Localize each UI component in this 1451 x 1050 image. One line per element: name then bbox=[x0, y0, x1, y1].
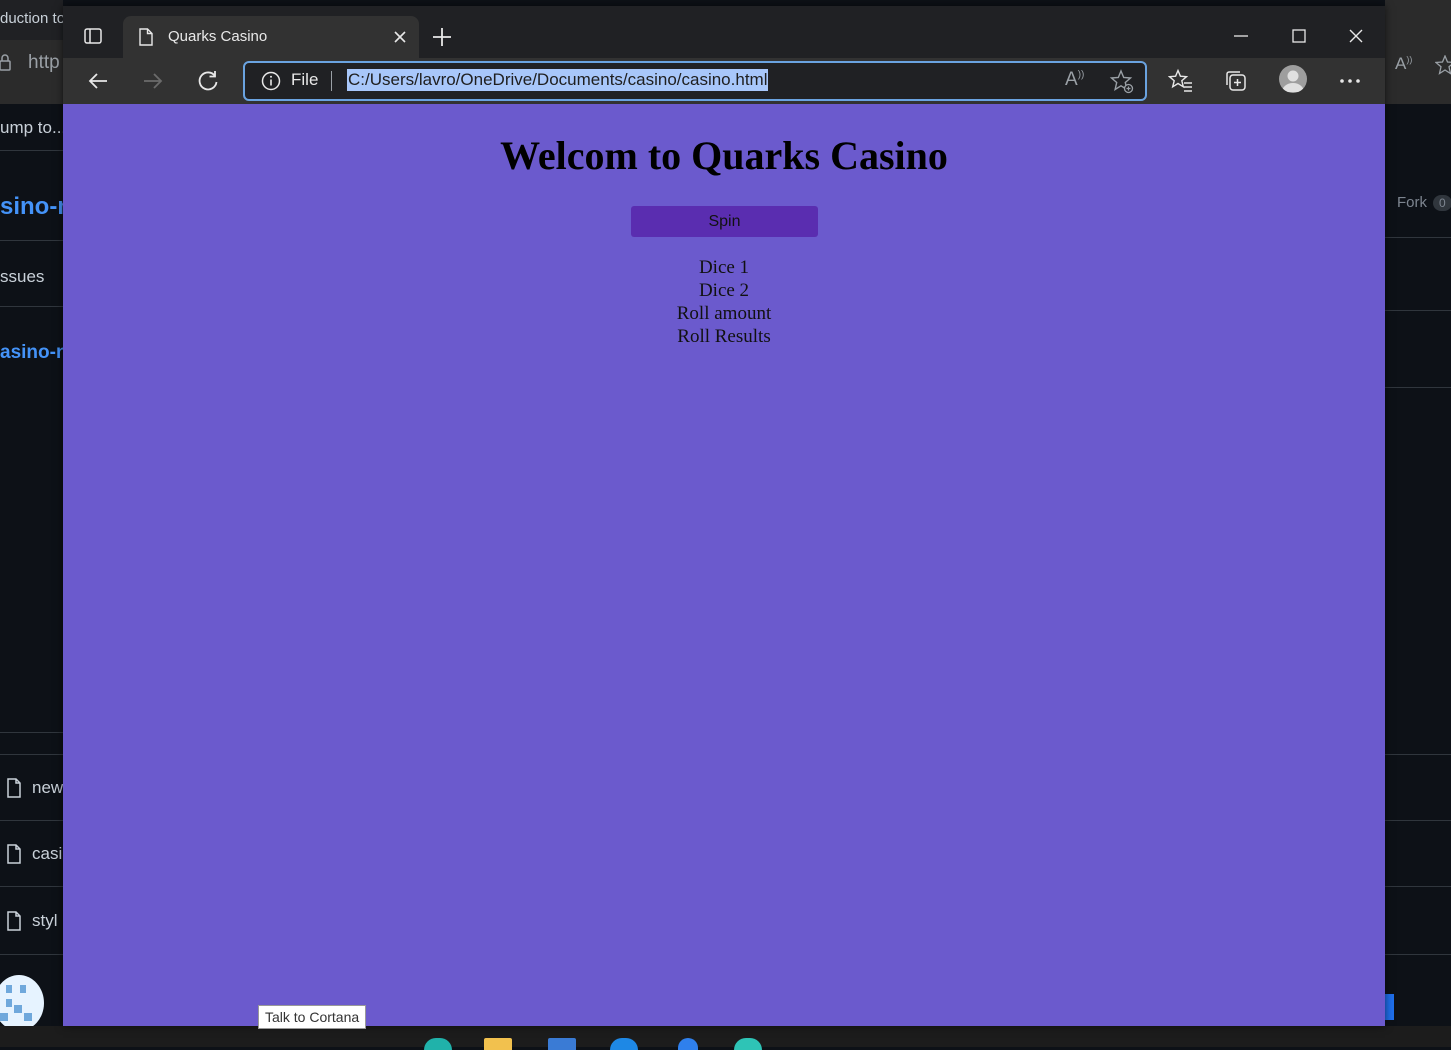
divider bbox=[0, 754, 63, 755]
background-file-name: casi bbox=[32, 844, 63, 863]
background-file-name: styl bbox=[32, 911, 58, 930]
tab-title: Quarks Casino bbox=[168, 28, 268, 45]
background-url-text: http bbox=[28, 52, 60, 73]
read-aloud-icon[interactable]: A)) bbox=[1065, 69, 1091, 95]
background-file-row: styl bbox=[6, 911, 58, 931]
background-file-name: new bbox=[32, 778, 63, 797]
background-window-right: A)) Fork 0 bbox=[1385, 0, 1451, 1047]
info-icon[interactable] bbox=[261, 71, 281, 91]
address-separator bbox=[331, 71, 332, 91]
divider bbox=[0, 150, 63, 151]
address-url-text[interactable]: C:/Users/lavro/OneDrive/Documents/casino… bbox=[347, 69, 769, 91]
roll-amount-label: Roll amount bbox=[676, 303, 772, 324]
divider bbox=[0, 820, 63, 821]
results-panel: Dice 1 Dice 2 Roll amount Roll Results bbox=[63, 256, 1385, 348]
browser-window: Quarks Casino File C:/Users/lavro/OneDri… bbox=[63, 6, 1385, 1026]
cortana-tooltip: Talk to Cortana bbox=[258, 1005, 367, 1029]
page-viewport: Welcom to Quarks Casino Spin Dice 1 Dice… bbox=[63, 104, 1385, 1026]
more-menu-icon[interactable] bbox=[1337, 68, 1363, 94]
dice-2-label: Dice 2 bbox=[698, 280, 750, 301]
background-tab-text: duction to bbox=[0, 10, 63, 27]
dice-1-label: Dice 1 bbox=[698, 257, 750, 278]
fork-label: Fork bbox=[1397, 194, 1427, 211]
read-aloud-icon: A)) bbox=[1395, 54, 1413, 73]
fork-count: 0 bbox=[1433, 194, 1451, 211]
divider bbox=[1385, 387, 1451, 388]
background-file-row: new bbox=[6, 778, 63, 798]
divider bbox=[0, 732, 63, 733]
page-title: Welcom to Quarks Casino bbox=[500, 133, 948, 178]
add-favorite-icon[interactable] bbox=[1109, 69, 1135, 95]
page-icon bbox=[139, 28, 153, 46]
divider bbox=[1385, 820, 1451, 821]
divider bbox=[1385, 754, 1451, 755]
close-window-icon[interactable] bbox=[1342, 22, 1370, 50]
lock-icon bbox=[0, 54, 11, 71]
divider bbox=[1385, 954, 1451, 955]
fork-button: Fork 0 bbox=[1397, 194, 1451, 211]
background-repo-link-2: asino-n bbox=[0, 342, 63, 363]
divider bbox=[0, 886, 63, 887]
background-address-bar: http bbox=[0, 40, 63, 104]
divider bbox=[0, 240, 63, 241]
forward-arrow-icon[interactable] bbox=[140, 68, 166, 94]
tab-actions-icon[interactable] bbox=[83, 26, 103, 46]
new-tab-icon[interactable] bbox=[431, 26, 453, 48]
favorites-icon[interactable] bbox=[1168, 68, 1194, 94]
background-window-left: duction to http ump to... sino-n ssues a… bbox=[0, 0, 63, 1047]
tab-quarks-casino[interactable]: Quarks Casino bbox=[123, 16, 419, 58]
refresh-icon[interactable] bbox=[195, 68, 221, 94]
profile-avatar[interactable] bbox=[1279, 65, 1307, 93]
background-accent-bar bbox=[1385, 994, 1394, 1020]
background-jump-to: ump to... bbox=[0, 118, 63, 137]
back-arrow-icon[interactable] bbox=[85, 68, 111, 94]
address-scheme-label: File bbox=[291, 70, 319, 89]
roll-results-label: Roll Results bbox=[677, 326, 771, 347]
title-bar: Quarks Casino bbox=[63, 6, 1385, 58]
user-icon bbox=[1282, 70, 1304, 92]
background-issues-text: ssues bbox=[0, 267, 45, 286]
minimize-icon[interactable] bbox=[1227, 22, 1255, 50]
background-file-row: casi bbox=[6, 844, 62, 864]
background-toolbar: A)) bbox=[1385, 0, 1451, 104]
divider bbox=[1385, 237, 1451, 238]
divider bbox=[0, 306, 63, 307]
background-tabstrip: duction to bbox=[0, 0, 63, 40]
close-tab-icon[interactable] bbox=[391, 28, 409, 46]
file-icon bbox=[7, 778, 21, 798]
divider bbox=[0, 954, 63, 955]
browser-toolbar: File C:/Users/lavro/OneDrive/Documents/c… bbox=[63, 58, 1385, 104]
background-repo-link: sino-n bbox=[0, 193, 63, 220]
address-bar[interactable]: File C:/Users/lavro/OneDrive/Documents/c… bbox=[243, 61, 1147, 101]
collections-icon[interactable] bbox=[1223, 68, 1249, 94]
divider bbox=[1385, 886, 1451, 887]
star-icon bbox=[1435, 55, 1451, 75]
store-icon[interactable] bbox=[548, 1038, 576, 1050]
divider bbox=[1385, 310, 1451, 311]
file-icon bbox=[7, 911, 21, 931]
file-icon bbox=[7, 844, 21, 864]
folder-icon[interactable] bbox=[484, 1038, 512, 1050]
maximize-icon[interactable] bbox=[1285, 22, 1313, 50]
spin-button[interactable]: Spin bbox=[631, 206, 818, 237]
windows-taskbar bbox=[0, 1026, 1451, 1047]
